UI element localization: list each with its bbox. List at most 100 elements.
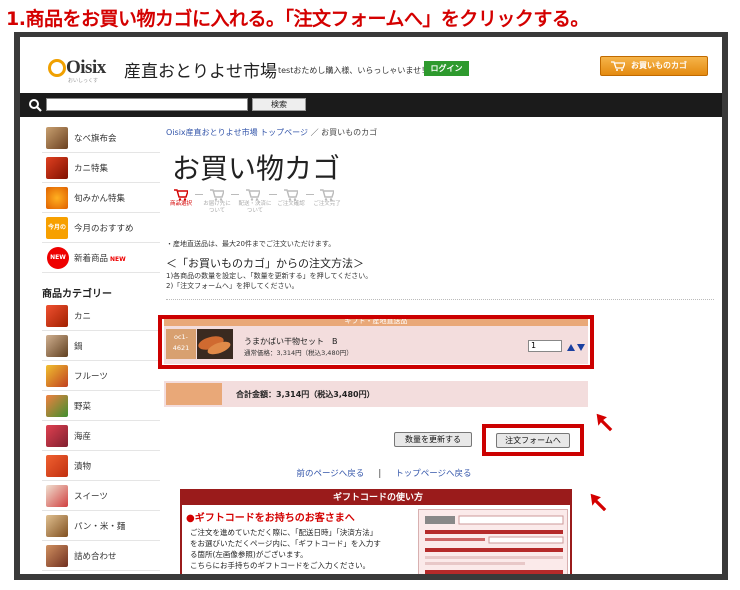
oisix-logo[interactable]: Oisix おいしっくす [48,57,116,84]
cart-step-icon [246,189,260,201]
sidebar-item-monthly[interactable]: 今月の 今月のおすすめ [42,213,160,243]
category-heading: 商品カテゴリー [42,289,112,300]
update-quantity-button[interactable]: 数量を更新する [394,432,472,447]
step-delivery: お届け先について [202,189,232,215]
logo-mark [48,59,66,77]
monthly-thumbnail: 今月の [46,217,68,239]
sidebar: なべ旗布会 カニ特集 旬みかん特集 今月の 今月のおすすめ NEW 新着商品 NE… [42,123,160,574]
gift-form-illustration [425,515,564,574]
step-confirm: ご注文確認 [276,189,306,208]
login-button[interactable]: ログイン [424,61,469,76]
browser-screenshot-frame: Oisix おいしっくす 産直おとりよせ市場 testおためし購入様、いらっしゃ… [14,32,728,580]
page-nav-links: 前のページへ戻る | トップページへ戻る [164,467,604,479]
gift-panel-subtitle: ●ギフトコードをお持ちのお客さまへ [186,513,355,524]
category-bread-rice[interactable]: パン・米・麺 [42,511,160,541]
category-label: カニ [74,312,92,322]
mikan-thumbnail [46,187,68,209]
sidebar-item-label: なべ旗布会 [74,134,117,144]
breadcrumb-separator: ／ [310,128,319,137]
new-label-text: 新着商品 [74,254,109,264]
category-nabe[interactable]: 鍋 [42,331,160,361]
pointer-arrow-icon [589,492,608,513]
nabe-thumbnail [46,335,68,357]
back-link[interactable]: 前のページへ戻る [296,469,364,479]
category-pickles[interactable]: 漬物 [42,451,160,481]
step-label: 商品選択 [169,201,192,207]
step-item-select: 商品選択 [166,189,196,208]
breadcrumb-current: お買いものカゴ [321,128,378,137]
cart-step-icon [284,189,298,201]
nabe-thumbnail [46,127,68,149]
step-label: ご注文完了 [313,201,341,207]
category-label: 鍋 [74,342,83,352]
gift-panel-header: ギフトコードの使い方 [182,491,570,505]
cart-button[interactable]: お買いものカゴ [600,56,708,76]
search-input[interactable] [46,98,248,111]
search-icon [29,99,42,112]
sidebar-item-label: 旬みかん特集 [74,194,126,204]
category-vegetables[interactable]: 野菜 [42,391,160,421]
cart-icon [611,61,625,71]
breadcrumb: Oisix産直おとりよせ市場 トップページ ／ お買いものカゴ [166,127,377,138]
category-label: パン・米・麺 [74,522,126,532]
gift-line-4: こちらにお手持ちのギフトコードをご入力ください。 [190,561,370,570]
sidebar-item-crab-feature[interactable]: カニ特集 [42,153,160,183]
howto-title: ＜「お買いものカゴ」からの注文方法＞ [166,257,364,270]
divider [166,299,714,300]
sweets-thumbnail [46,485,68,507]
step-label: ご注文確認 [277,201,305,207]
sidebar-item-label: 新着商品 NEW [74,252,126,264]
new-tag: NEW [110,256,126,263]
breadcrumb-home-link[interactable]: Oisix産直おとりよせ市場 トップページ [166,128,308,137]
fruit-thumbnail [46,365,68,387]
total-amount: 合計金額：3,314円（税込3,480円） [236,390,375,399]
main-content: Oisix産直おとりよせ市場 トップページ ／ お買いものカゴ お買い物カゴ 商… [158,123,720,574]
total-row: 合計金額：3,314円（税込3,480円） [164,381,588,407]
checkout-steps: 商品選択 お届け先について 配送・決済について ご注文確認 ご注文完了 [166,189,346,225]
instruction-caption: 1.商品をお買い物カゴに入れる。「注文フォームへ」をクリックする。 [6,8,589,30]
search-button[interactable]: 検索 [252,98,306,111]
total-swatch [166,383,222,405]
gift-code-panel: ギフトコードの使い方 ●ギフトコードをお持ちのお客さまへ ご注文を進めていただく… [180,489,572,574]
step-complete: ご注文完了 [312,189,342,208]
category-label: 詰め合わせ [74,552,117,562]
sidebar-item-nabe[interactable]: なべ旗布会 [42,123,160,153]
sidebar-item-label: カニ特集 [74,164,109,174]
sidebar-item-label: 今月のおすすめ [74,224,134,234]
category-fruit[interactable]: フルーツ [42,361,160,391]
gift-code-example-image [418,509,568,574]
cart-button-label: お買いものカゴ [631,61,687,70]
pointer-arrow-icon [595,412,614,433]
category-crab[interactable]: カニ [42,301,160,331]
gift-line-3: る箇所(左画像参照)がございます。 [190,550,308,559]
category-sweets[interactable]: スイーツ [42,481,160,511]
category-label: フルーツ [74,372,108,382]
search-bar: 検索 [20,93,722,117]
step-label: 配送・決済について [238,201,272,214]
cart-step-icon [174,189,188,201]
vegetable-thumbnail [46,395,68,417]
crab-thumbnail [46,305,68,327]
category-label: スイーツ [74,492,108,502]
sidebar-item-new[interactable]: NEW 新着商品 NEW [42,243,160,273]
greeting-text: testおためし購入様、いらっしゃいませ！ [278,66,430,75]
logo-subtext: おいしっくす [68,78,99,84]
cart-step-icon [320,189,334,201]
howto-line-1: 1)各商品の数量を設定し、「数量を更新する」を押してください。 [166,272,373,280]
order-button-highlight-box [482,424,584,456]
step-payment: 配送・決済について [238,189,272,215]
category-label: 漬物 [74,462,92,472]
item-highlight-box [158,315,594,369]
category-label: 海産 [74,432,92,442]
shipping-note: ・産地直送品は、最大20件までご注文いただけます。 [166,240,336,248]
howto-line-2: 2)「注文フォームへ」を押してください。 [166,282,299,290]
top-page-link[interactable]: トップページへ戻る [395,469,471,479]
category-label: 野菜 [74,402,92,412]
site-title: 産直おとりよせ市場 [124,62,277,82]
page-title: お買い物カゴ [172,152,341,185]
category-seafood[interactable]: 海産 [42,421,160,451]
category-assortment[interactable]: 詰め合わせ [42,541,160,571]
assortment-thumbnail [46,545,68,567]
step-label: お届け先について [203,201,231,214]
sidebar-item-mikan[interactable]: 旬みかん特集 [42,183,160,213]
